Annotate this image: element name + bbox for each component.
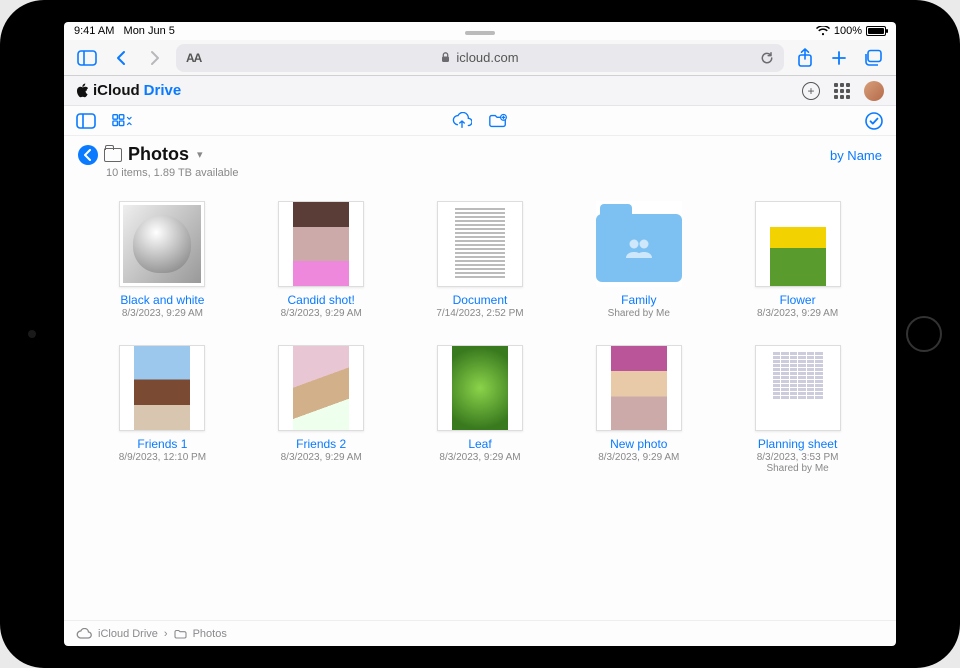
new-folder-icon[interactable]	[488, 111, 508, 131]
safari-toolbar: AA icloud.com	[64, 40, 896, 76]
file-title: Friends 1	[137, 437, 187, 451]
back-button[interactable]	[78, 145, 98, 165]
header-actions: +	[802, 81, 884, 101]
cloud-icon	[76, 628, 92, 639]
sort-button[interactable]: by Name	[830, 144, 882, 163]
ipad-frame: 9:41 AM Mon Jun 5 100%	[0, 0, 960, 668]
avatar[interactable]	[864, 81, 884, 101]
file-meta: 7/14/2023, 2:52 PM	[436, 308, 523, 319]
multitask-pill[interactable]	[465, 31, 495, 35]
thumbnail	[278, 201, 364, 287]
new-tab-icon[interactable]	[826, 45, 852, 71]
file-meta: 8/9/2023, 12:10 PM	[119, 452, 206, 463]
apple-logo-icon	[76, 83, 89, 98]
status-right: 100%	[816, 25, 886, 37]
tabs-icon[interactable]	[860, 45, 886, 71]
files-grid: Black and white 8/3/2023, 9:29 AM Candid…	[88, 201, 872, 474]
brand-left: iCloud	[93, 82, 140, 99]
thumbnail	[755, 345, 841, 431]
text-size-icon[interactable]: AA	[186, 51, 201, 65]
select-icon[interactable]	[864, 111, 884, 131]
file-meta: 8/3/2023, 9:29 AM	[122, 308, 203, 319]
file-meta: 8/3/2023, 3:53 PM	[757, 452, 839, 463]
file-item[interactable]: Black and white 8/3/2023, 9:29 AM	[88, 201, 237, 319]
file-meta: 8/3/2023, 9:29 AM	[757, 308, 838, 319]
url-text: icloud.com	[456, 50, 518, 65]
status-time: 9:41 AM	[74, 25, 114, 37]
file-title: Document	[453, 293, 508, 307]
view-options-icon[interactable]	[112, 111, 132, 131]
file-meta: 8/3/2023, 9:29 AM	[281, 308, 362, 319]
wifi-icon	[816, 26, 830, 36]
upload-icon[interactable]	[452, 111, 472, 131]
file-meta-2: Shared by Me	[766, 463, 828, 474]
file-item[interactable]: Document 7/14/2023, 2:52 PM	[406, 201, 555, 319]
file-item[interactable]: Planning sheet 8/3/2023, 3:53 PM Shared …	[723, 345, 872, 474]
file-item[interactable]: Leaf 8/3/2023, 9:29 AM	[406, 345, 555, 474]
file-item[interactable]: Flower 8/3/2023, 9:29 AM	[723, 201, 872, 319]
file-meta: Shared by Me	[608, 308, 670, 319]
file-item[interactable]: Friends 1 8/9/2023, 12:10 PM	[88, 345, 237, 474]
file-title: Family	[621, 293, 656, 307]
chevron-right-icon: ›	[164, 628, 168, 640]
files-area: Black and white 8/3/2023, 9:29 AM Candid…	[64, 183, 896, 620]
battery-text: 100%	[834, 25, 862, 37]
thumbnail	[119, 201, 205, 287]
file-title: Leaf	[468, 437, 491, 451]
crumb-leaf[interactable]: Photos	[193, 628, 227, 640]
crumb-root[interactable]: iCloud Drive	[98, 628, 158, 640]
sidebar-toggle-icon[interactable]	[74, 45, 100, 71]
file-title: Flower	[780, 293, 816, 307]
folder-item[interactable]: Family Shared by Me	[564, 201, 713, 319]
app-launcher-icon[interactable]	[834, 83, 850, 99]
thumbnail	[278, 345, 364, 431]
file-item[interactable]: Candid shot! 8/3/2023, 9:29 AM	[247, 201, 396, 319]
create-icon[interactable]: +	[802, 82, 820, 100]
file-meta: 8/3/2023, 9:29 AM	[281, 452, 362, 463]
status-left: 9:41 AM Mon Jun 5	[74, 25, 175, 37]
battery-icon	[866, 26, 886, 36]
folder-subtitle: 10 items, 1.89 TB available	[106, 167, 238, 179]
screen: 9:41 AM Mon Jun 5 100%	[64, 22, 896, 646]
home-button[interactable]	[906, 316, 942, 352]
file-meta: 8/3/2023, 9:29 AM	[439, 452, 520, 463]
url-field[interactable]: AA icloud.com	[176, 44, 784, 72]
share-icon[interactable]	[792, 45, 818, 71]
thumbnail	[437, 201, 523, 287]
forward-icon	[142, 45, 168, 71]
folder-mini-icon	[174, 629, 187, 639]
thumbnail	[119, 345, 205, 431]
status-date: Mon Jun 5	[124, 25, 175, 37]
file-item[interactable]: New photo 8/3/2023, 9:29 AM	[564, 345, 713, 474]
folder-icon	[104, 148, 122, 162]
folder-title[interactable]: Photos	[128, 144, 189, 165]
lock-icon	[441, 52, 450, 63]
back-icon[interactable]	[108, 45, 134, 71]
camera-dot	[28, 330, 36, 338]
file-title: Friends 2	[296, 437, 346, 451]
icloud-header: iCloud Drive +	[64, 76, 896, 106]
file-item[interactable]: Friends 2 8/3/2023, 9:29 AM	[247, 345, 396, 474]
bottom-breadcrumb: iCloud Drive › Photos	[64, 620, 896, 646]
thumbnail	[437, 345, 523, 431]
chevron-down-icon[interactable]: ▾	[197, 148, 203, 161]
panel-toggle-icon[interactable]	[76, 111, 96, 131]
thumbnail	[596, 201, 682, 287]
refresh-icon[interactable]	[760, 51, 774, 65]
thumbnail	[596, 345, 682, 431]
people-icon	[623, 236, 655, 260]
brand-right: Drive	[144, 82, 182, 99]
breadcrumb-area: Photos ▾ 10 items, 1.89 TB available by …	[64, 136, 896, 183]
file-title: Planning sheet	[758, 437, 837, 451]
thumbnail	[755, 201, 841, 287]
file-title: New photo	[610, 437, 667, 451]
action-toolbar	[64, 106, 896, 136]
brand[interactable]: iCloud Drive	[76, 82, 181, 99]
file-title: Black and white	[120, 293, 204, 307]
file-title: Candid shot!	[288, 293, 355, 307]
file-meta: 8/3/2023, 9:29 AM	[598, 452, 679, 463]
